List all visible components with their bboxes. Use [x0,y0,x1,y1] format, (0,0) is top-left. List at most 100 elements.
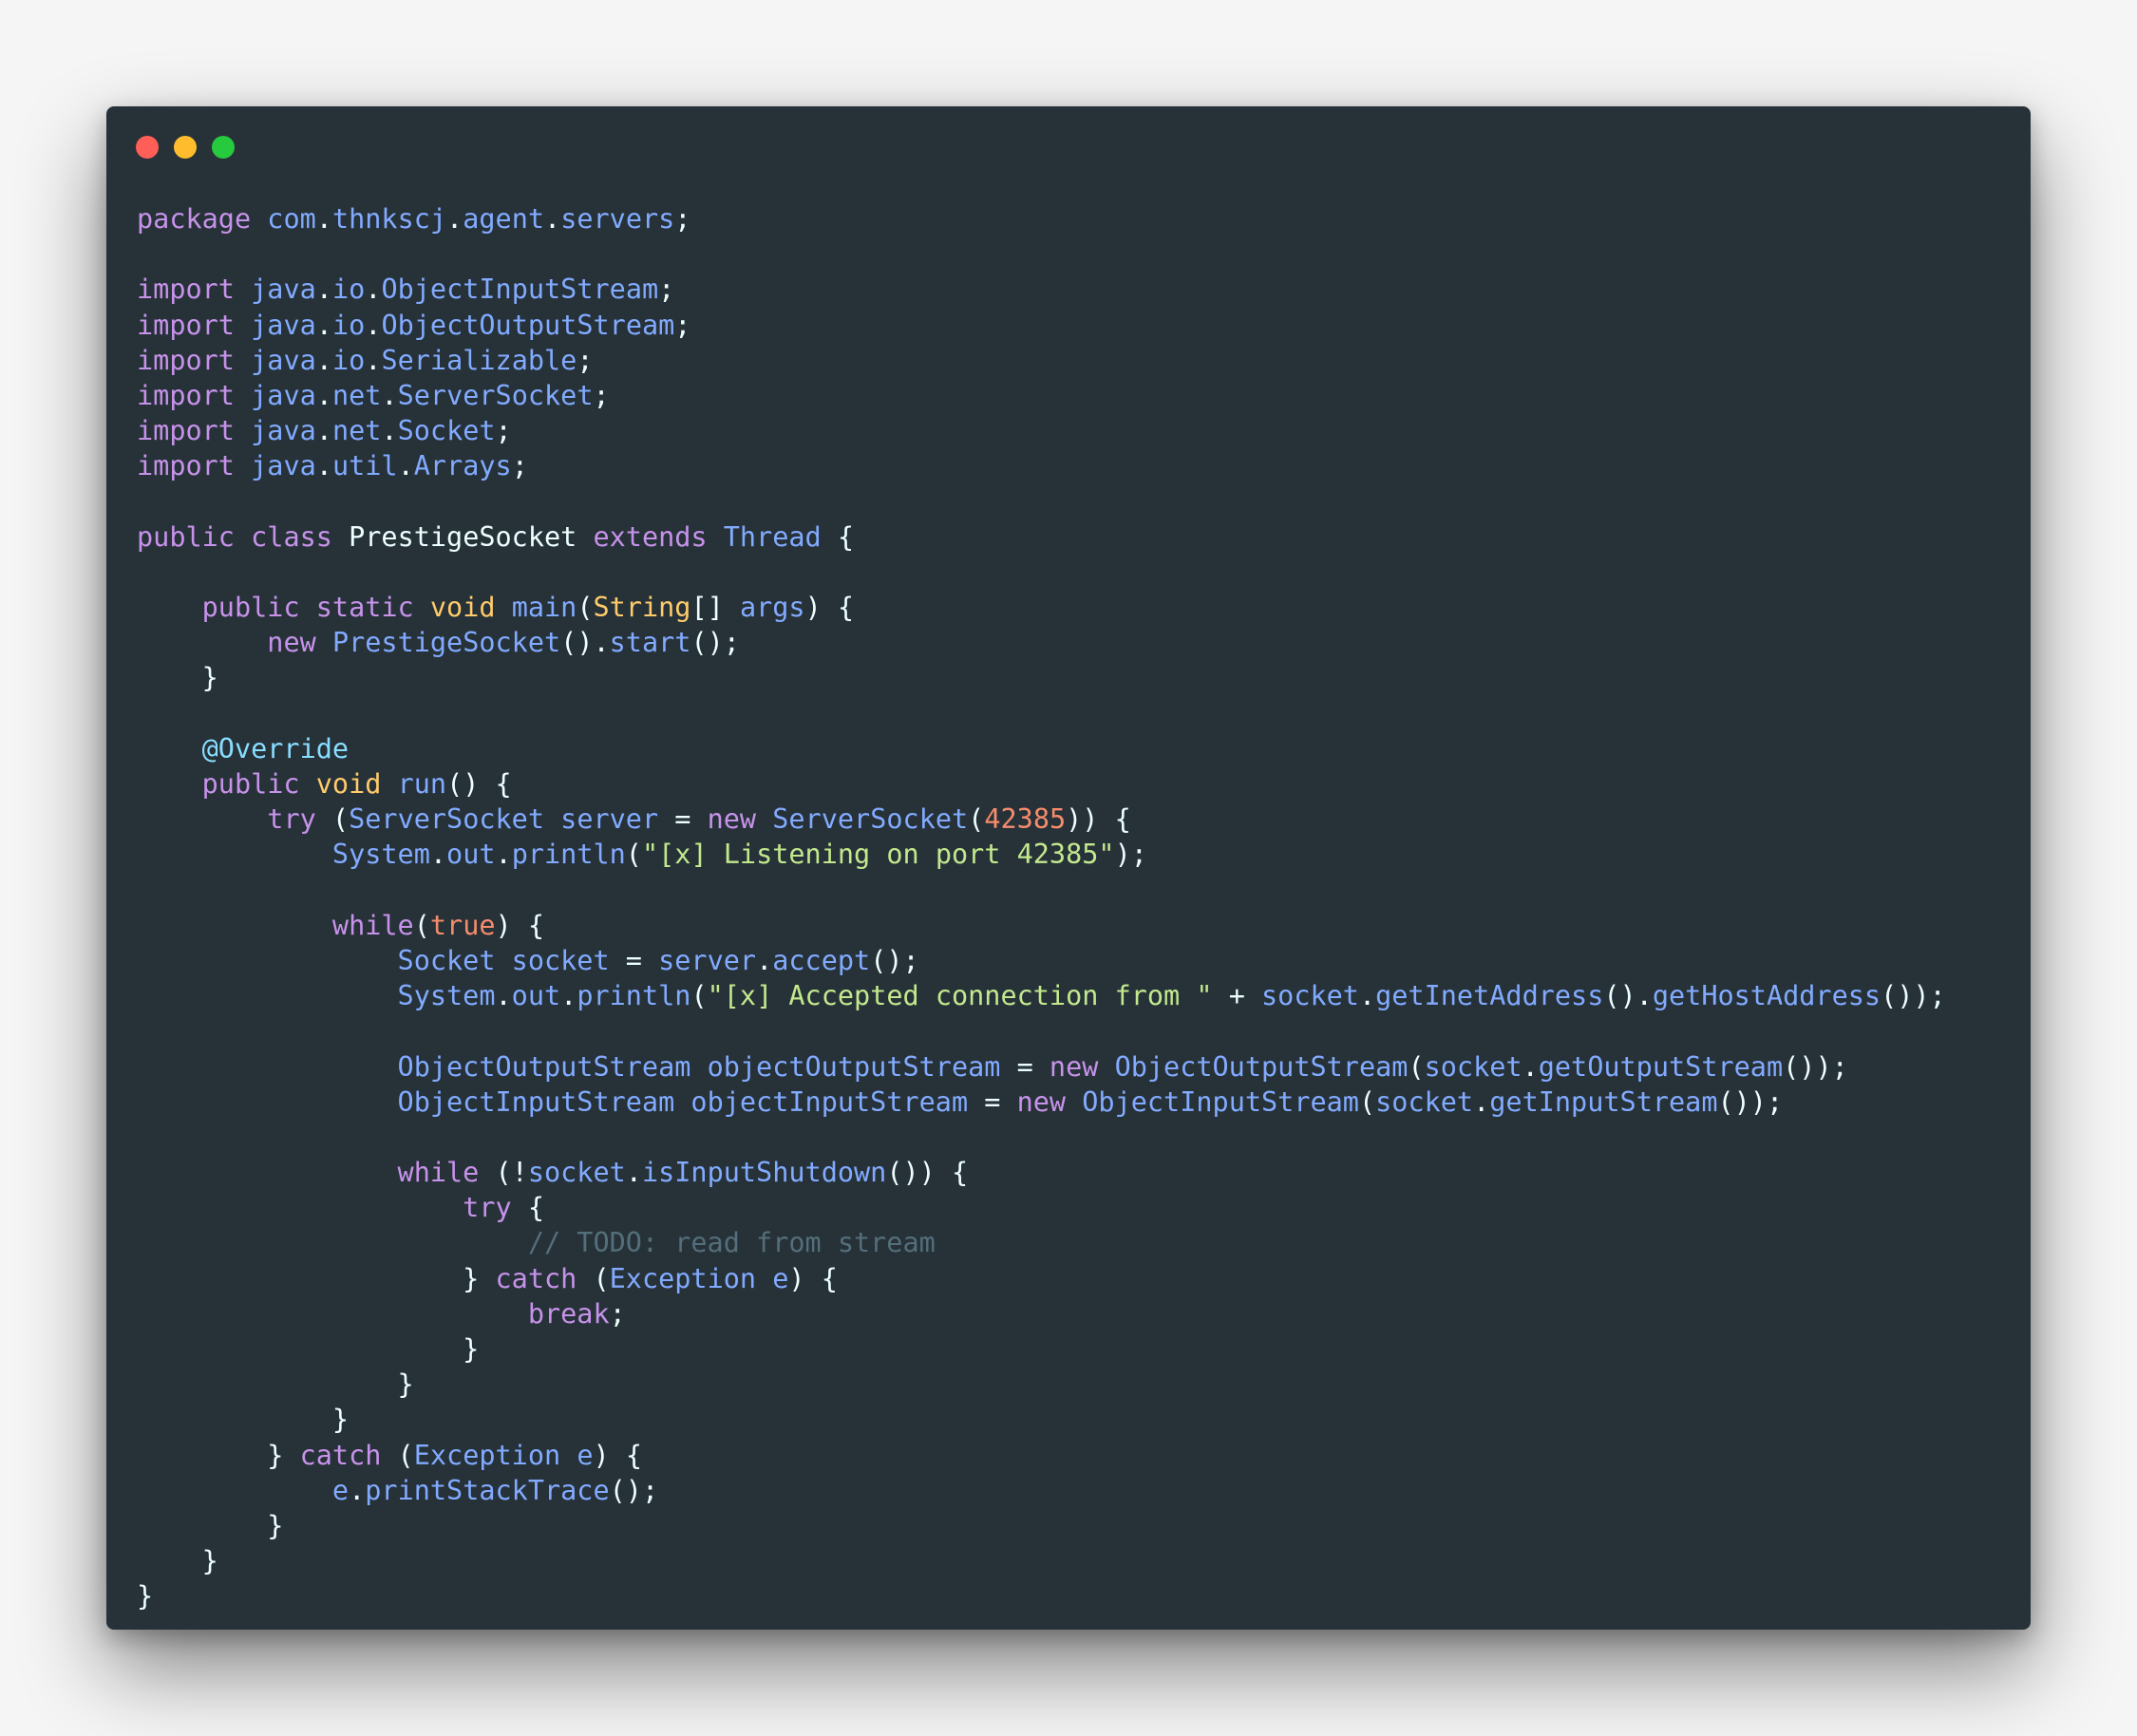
code-block: package com.thnkscj.agent.servers; import… [137,201,1946,1614]
code-token: . [315,344,332,376]
code-token: while [331,909,414,941]
code-line: } [137,1331,1946,1367]
code-token: Serializable [381,344,577,376]
code-token: = [1000,1050,1050,1083]
zoom-button-icon[interactable] [212,136,235,159]
window-controls [136,136,235,159]
code-token: accept [772,944,871,976]
code-token: util [331,450,398,482]
code-token: ( [577,592,594,624]
close-button-icon[interactable] [136,136,159,159]
code-line: import java.net.Socket; [137,413,1946,448]
code-token: new [1049,1050,1099,1083]
code-token: while [397,1157,480,1189]
code-token: Arrays [413,450,512,482]
code-token: . [1473,1085,1490,1118]
code-token: (). [560,627,610,659]
code-token: (); [690,627,740,659]
code-token: extends [593,520,708,553]
code-token: ObjectInputStream [397,1085,675,1118]
code-token: public [137,520,235,553]
code-token: catch [299,1439,382,1471]
code-token: . [625,1157,642,1189]
code-token: ); [1114,839,1147,871]
code-token: ) { [804,592,855,624]
code-line: import java.io.Serializable; [137,343,1946,378]
code-token: } [137,1404,350,1436]
code-line: new PrestigeSocket().start(); [137,625,1946,660]
code-token: objectOutputStream [707,1050,1001,1083]
code-token: Socket [397,944,496,976]
code-line: public void run() { [137,766,1946,802]
code-token: = [658,803,708,836]
code-token: . [495,839,512,871]
code-token: main [511,592,577,624]
code-token: ObjectOutputStream [397,1050,691,1083]
code-token: void [429,592,496,624]
code-token: [] [690,592,740,624]
code-token: server [560,803,659,836]
code-token: . [381,379,398,411]
code-token: ObjectOutputStream [381,309,675,341]
code-token: com [267,203,316,235]
code-line: e.printStackTrace(); [137,1473,1946,1508]
code-token: { [821,520,855,553]
code-token: println [577,980,691,1012]
code-token: ServerSocket [772,803,969,836]
code-token: start [609,627,691,659]
code-token: out [446,839,496,871]
code-token: getOutputStream [1538,1050,1784,1083]
code-token: . [315,274,332,306]
code-token: io [331,274,366,306]
code-token: ObjectInputStream [381,274,659,306]
code-token: ; [593,379,610,411]
code-token: () { [446,768,512,800]
minimize-button-icon[interactable] [174,136,197,159]
code-token: ; [577,344,594,376]
code-token: java [251,274,316,306]
code-token: socket [1424,1050,1522,1083]
code-token: public [201,592,300,624]
code-token: (! [479,1157,528,1189]
code-token: args [739,592,805,624]
code-token: import [137,450,235,482]
code-token: } [137,1262,496,1294]
code-token: java [251,309,316,341]
code-token: ObjectInputStream [1082,1085,1359,1118]
code-token: ( [315,803,350,836]
code-token: "[x] Listening on port 42385" [641,839,1115,871]
code-token: socket [511,944,610,976]
code-token: ( [1358,1085,1376,1118]
code-token: catch [495,1262,577,1294]
code-token: java [251,450,316,482]
code-token: ; [511,450,528,482]
code-token: new [707,803,757,836]
code-token: ( [625,839,642,871]
code-token: ( [968,803,985,836]
code-token: . [365,344,382,376]
code-line: } [137,660,1946,695]
code-line: } [137,1578,1946,1613]
code-token: . [381,415,398,447]
code-token: out [511,980,561,1012]
code-token: . [349,1474,366,1506]
code-token: 42385 [984,803,1067,836]
